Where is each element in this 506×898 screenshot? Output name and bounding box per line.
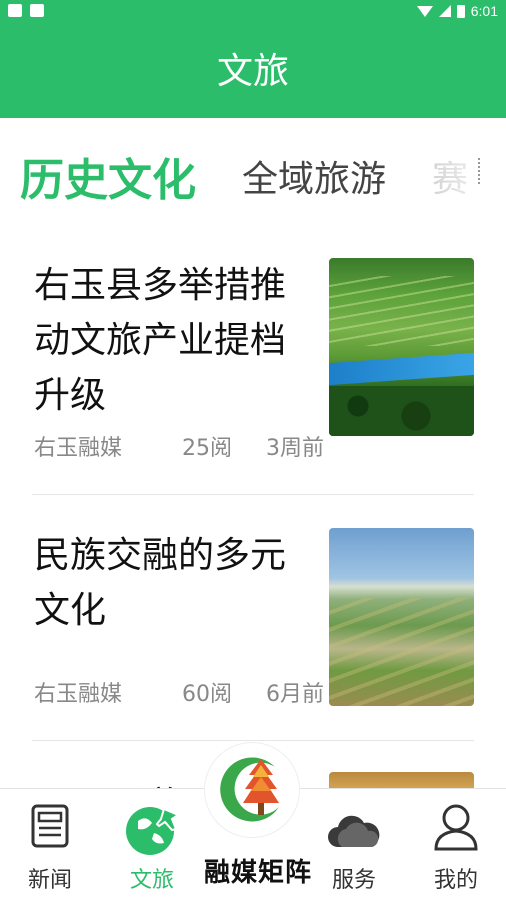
article-title: 民族交融的多元文化 (34, 535, 287, 631)
status-bar: 6:01 (0, 0, 506, 24)
article-source: 右玉融媒 (34, 682, 123, 707)
signal-icon (438, 5, 451, 17)
nav-label: 我的 (433, 868, 478, 893)
tabs-more-handle-icon[interactable] (478, 158, 481, 184)
print-icon (8, 4, 22, 17)
battery-icon (456, 4, 465, 18)
nav-label: 服务 (331, 868, 376, 893)
article-reads: 25阅 (182, 436, 232, 461)
app-header: 6:01 文旅 (0, 0, 506, 118)
article-thumbnail (329, 258, 474, 436)
article-time: 3周前 (266, 436, 324, 461)
nav-label: 文旅 (129, 868, 174, 893)
tab-history-culture[interactable]: 历史文化 (20, 144, 196, 208)
category-tabs: 历史文化 全域旅游 赛 (0, 118, 506, 226)
tab-all-region-tourism[interactable]: 全域旅游 (242, 150, 386, 202)
nav-travel[interactable]: 文旅 (102, 789, 202, 898)
center-logo-label: 融媒矩阵 (204, 858, 313, 888)
newspaper-icon (31, 804, 69, 848)
page-title: 文旅 (216, 51, 289, 92)
travel-globe-icon (126, 807, 180, 855)
person-icon (434, 804, 478, 851)
nav-news[interactable]: 新闻 (0, 789, 100, 898)
nav-label: 新闻 (27, 868, 72, 893)
article-reads: 60阅 (182, 682, 232, 707)
divider (32, 740, 474, 741)
article-item[interactable]: 右玉县多举措推动文旅产业提档升级 右玉融媒 25阅 3周前 (32, 258, 474, 468)
article-title: 右玉县多举措推动文旅产业提档升级 (34, 265, 287, 416)
tree-logo-icon (220, 757, 279, 822)
wifi-icon (416, 5, 433, 17)
cloud-icon (328, 815, 380, 847)
nav-services[interactable]: 服务 (304, 789, 404, 898)
nav-profile[interactable]: 我的 (406, 789, 506, 898)
center-logo-button[interactable] (204, 742, 300, 838)
notification-icon (30, 4, 44, 17)
article-time: 6月前 (266, 682, 324, 707)
article-item[interactable]: 民族交融的多元文化 右玉融媒 60阅 6月前 (32, 528, 474, 718)
status-time: 6:01 (470, 3, 498, 19)
tabs-fade-overlay (424, 126, 482, 218)
divider (32, 494, 474, 495)
article-source: 右玉融媒 (34, 436, 123, 461)
article-thumbnail (329, 528, 474, 706)
